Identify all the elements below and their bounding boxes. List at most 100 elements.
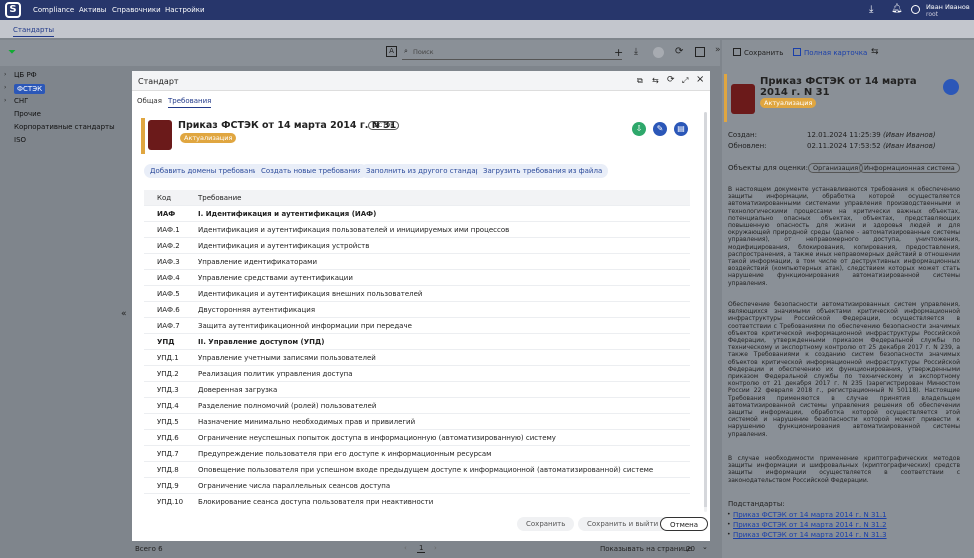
user-name[interactable]: Иван Иванов [926,3,970,11]
save-and-exit-button[interactable]: Сохранить и выйти [578,517,668,531]
fill-from-standard-button[interactable]: Заполнить из другого стандарта [360,164,495,178]
column-requirement: Требование [198,194,242,202]
row-code: УПД.4 [157,402,179,410]
table-row[interactable]: УПД.9 Ограничение числа параллельных сеан… [144,478,690,494]
table-row[interactable]: ИАФ.3 Управление идентификаторами [144,254,690,270]
table-row[interactable]: УПД.8 Оповещение пользователя при успешно… [144,462,690,478]
table-row[interactable]: УПД.1 Управление учетными записями пользо… [144,350,690,366]
tree-item-cbrf[interactable]: ЦБ РФ [14,71,37,79]
refresh-icon[interactable]: ⟳ [667,75,675,85]
table-row[interactable]: ИАФ I. Идентификация и аутентификация (ИА… [144,206,690,222]
status-stripe [141,118,145,154]
bullet: • [727,531,731,538]
table-row[interactable]: ИАФ.4 Управление средствами аутентификаци… [144,270,690,286]
tree-item-sng[interactable]: СНГ [14,97,28,105]
substandard-link[interactable]: Приказ ФСТЭК от 14 марта 2014 г. N 31.1 [733,511,887,519]
row-code: УПД.2 [157,370,179,378]
table-header: Код Требование [144,190,690,206]
row-text: Оповещение пользователя при успешном вхо… [198,466,654,474]
add-domains-button[interactable]: Добавить домены требований [144,164,269,178]
nav-dictionaries[interactable]: Справочники [112,6,161,14]
collapse-right-icon[interactable]: » [715,45,721,55]
copy-icon[interactable]: ⧉ [637,76,643,86]
panel-icon[interactable] [695,47,705,57]
table-row[interactable]: ИАФ.1 Идентификация и аутентификация поль… [144,222,690,238]
swap-icon[interactable]: ⇆ [652,76,659,85]
next-page-icon[interactable]: › [434,544,437,552]
row-text: Идентификация и аутентификация пользоват… [198,226,510,234]
table-row[interactable]: УПД.2 Реализация политик управления досту… [144,366,690,382]
full-card-button[interactable]: Полная карточка [804,49,867,57]
save-button[interactable]: Сохранить [517,517,575,531]
cancel-button[interactable]: Отмена [660,517,709,531]
save-icon[interactable] [733,48,741,56]
refresh-icon[interactable]: ⟳ [675,46,683,57]
row-code: УПД.1 [157,354,179,362]
row-text: Идентификация и аутентификация устройств [198,242,370,250]
tab-standards[interactable]: Стандарты [13,26,55,37]
row-text: Предупреждение пользователя при его дост… [198,450,492,458]
download-icon[interactable]: ⤓ [869,4,873,15]
expand-icon[interactable]: ⤢ [682,76,688,86]
nav-compliance[interactable]: Compliance [33,6,74,14]
tree-item-other[interactable]: Прочие [14,110,41,118]
row-code: УПД.6 [157,434,179,442]
table-row[interactable]: УПД.6 Ограничение неуспешных попыток дост… [144,430,690,446]
tree-item-corp[interactable]: Корпоративные стандарты [14,123,115,131]
collapse-left-icon[interactable]: « [121,309,127,319]
swap-icon[interactable]: ⇆ [871,47,879,57]
document-icon[interactable] [943,79,959,95]
row-text: Разделение полномочий (ролей) пользовате… [198,402,377,410]
row-text: Ограничение неуспешных попыток доступа в… [198,434,556,442]
page-number[interactable]: 1 [417,544,426,553]
search-field[interactable] [402,46,622,60]
export-icon[interactable]: ⇩ [632,122,646,136]
row-text: Идентификация и аутентификация внешних п… [198,290,423,298]
table-row[interactable]: УПД.5 Назначение минимально необходимых п… [144,414,690,430]
create-requirements-button[interactable]: Создать новые требования [255,164,368,178]
user-icon[interactable] [911,5,920,14]
column-code: Код [157,194,172,202]
table-row[interactable]: ИАФ.6 Двусторонняя аутентификация [144,302,690,318]
chevron-right-icon[interactable]: › [4,97,6,104]
nav-settings[interactable]: Настройки [165,6,205,14]
right-title: Приказ ФСТЭК от 14 марта 2014 г. N 31 [760,76,917,98]
sub-bar [0,20,974,38]
card-icon[interactable] [793,48,801,56]
table-row[interactable]: УПД.3 Доверенная загрузка [144,382,690,398]
tree-item-fstec[interactable]: ФСТЭК [14,84,46,94]
tab-general[interactable]: Общая [137,97,162,105]
filter-icon[interactable]: ⏷ [8,47,16,58]
substandard-link[interactable]: Приказ ФСТЭК от 14 марта 2014 г. N 31.2 [733,521,887,529]
substandards-label: Подстандарты: [728,500,785,508]
import-icon[interactable]: ⤓ [634,47,638,57]
add-icon[interactable]: + [614,46,623,59]
document-icon[interactable]: ▤ [674,122,688,136]
row-text: Назначение минимально необходимых прав и… [198,418,416,426]
app-logo[interactable]: S [5,2,21,18]
per-page-select[interactable]: 20 [686,545,695,553]
right-save-button[interactable]: Сохранить [744,49,783,57]
tab-requirements[interactable]: Требования [168,97,212,108]
edit-icon[interactable]: ✎ [653,122,667,136]
bullet: • [727,511,731,518]
prev-page-icon[interactable]: ‹ [404,544,407,552]
table-row[interactable]: ИАФ.7 Защита аутентификационной информаци… [144,318,690,334]
chevron-down-icon[interactable]: ⌄ [702,543,708,551]
table-row[interactable]: УПД II. Управление доступом (УПД) [144,334,690,350]
bell-icon[interactable]: 🔔︎ [891,4,902,14]
font-icon[interactable]: A [386,46,397,57]
upload-from-file-button[interactable]: Загрузить требования из файла [477,164,609,178]
nav-assets[interactable]: Активы [79,6,106,14]
close-icon[interactable]: × [696,74,704,85]
tree-item-iso[interactable]: ISO [14,136,26,144]
table-row[interactable]: ИАФ.2 Идентификация и аутентификация устр… [144,238,690,254]
table-row[interactable]: УПД.4 Разделение полномочий (ролей) польз… [144,398,690,414]
chevron-right-icon[interactable]: › [4,71,6,78]
object-tag: Информационная система [859,163,960,173]
table-row[interactable]: УПД.7 Предупреждение пользователя при его… [144,446,690,462]
chevron-right-icon[interactable]: › [4,84,6,91]
substandard-link[interactable]: Приказ ФСТЭК от 14 марта 2014 г. N 31.3 [733,531,887,539]
scrollbar[interactable] [704,112,707,512]
table-row[interactable]: ИАФ.5 Идентификация и аутентификация внеш… [144,286,690,302]
